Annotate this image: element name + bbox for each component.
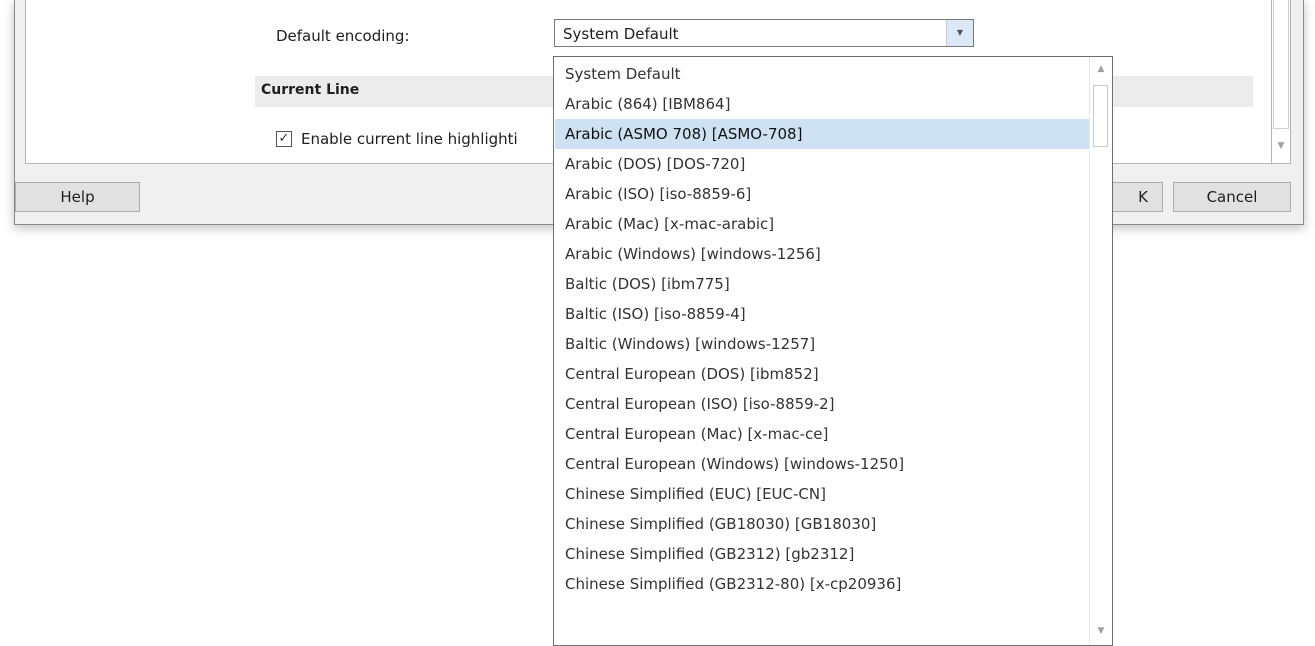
default-encoding-value: System Default	[563, 25, 679, 43]
ok-button-label: K	[1138, 188, 1148, 206]
category-tree-pane[interactable]	[25, 0, 233, 164]
chevron-down-icon[interactable]: ▼	[946, 20, 973, 46]
encoding-option[interactable]: Chinese Simplified (GB2312) [gb2312]	[555, 539, 1091, 569]
current-line-highlight-label[interactable]: Enable current line highlighti	[301, 130, 518, 148]
scroll-up-arrow-icon[interactable]: ▲	[1093, 61, 1109, 77]
encoding-option[interactable]: Arabic (ISO) [iso-8859-6]	[555, 179, 1091, 209]
settings-scrollbar[interactable]: ▼	[1271, 0, 1291, 164]
encoding-option[interactable]: Arabic (ASMO 708) [ASMO-708]	[555, 119, 1091, 149]
dropdown-scrollbar-thumb[interactable]	[1093, 85, 1108, 147]
default-encoding-label: Default encoding:	[276, 27, 410, 45]
encoding-option[interactable]: Arabic (Windows) [windows-1256]	[555, 239, 1091, 269]
scrollbar-thumb[interactable]	[1273, 0, 1289, 129]
default-encoding-combobox[interactable]: System Default ▼	[554, 19, 974, 47]
encoding-option[interactable]: Baltic (ISO) [iso-8859-4]	[555, 299, 1091, 329]
current-line-highlight-checkbox[interactable]: ✓	[276, 131, 292, 147]
encoding-option[interactable]: Central European (DOS) [ibm852]	[555, 359, 1091, 389]
section-title: Current Line	[261, 82, 360, 98]
dropdown-scrollbar[interactable]: ▲ ▼	[1089, 57, 1112, 645]
encoding-option[interactable]: Central European (Windows) [windows-1250…	[555, 449, 1091, 479]
encoding-option[interactable]: Baltic (DOS) [ibm775]	[555, 269, 1091, 299]
encoding-option[interactable]: Chinese Simplified (EUC) [EUC-CN]	[555, 479, 1091, 509]
encoding-option[interactable]: Chinese Simplified (GB18030) [GB18030]	[555, 509, 1091, 539]
encoding-option[interactable]: System Default	[555, 59, 1091, 89]
scroll-down-arrow-icon[interactable]: ▼	[1273, 138, 1289, 154]
encoding-option[interactable]: Central European (Mac) [x-mac-ce]	[555, 419, 1091, 449]
encoding-dropdown-list[interactable]: System Default Arabic (864) [IBM864] Arabi…	[553, 56, 1113, 646]
encoding-option[interactable]: Central European (ISO) [iso-8859-2]	[555, 389, 1091, 419]
scroll-down-arrow-icon[interactable]: ▼	[1093, 623, 1109, 639]
encoding-option[interactable]: Chinese Simplified (GB2312-80) [x-cp2093…	[555, 569, 1091, 599]
encoding-option[interactable]: Arabic (864) [IBM864]	[555, 89, 1091, 119]
help-button[interactable]: Help	[15, 182, 140, 212]
encoding-option[interactable]: Arabic (Mac) [x-mac-arabic]	[555, 209, 1091, 239]
checkmark-icon: ✓	[278, 131, 290, 146]
cancel-button[interactable]: Cancel	[1173, 182, 1291, 212]
encoding-option[interactable]: Arabic (DOS) [DOS-720]	[555, 149, 1091, 179]
encoding-option[interactable]: Baltic (Windows) [windows-1257]	[555, 329, 1091, 359]
